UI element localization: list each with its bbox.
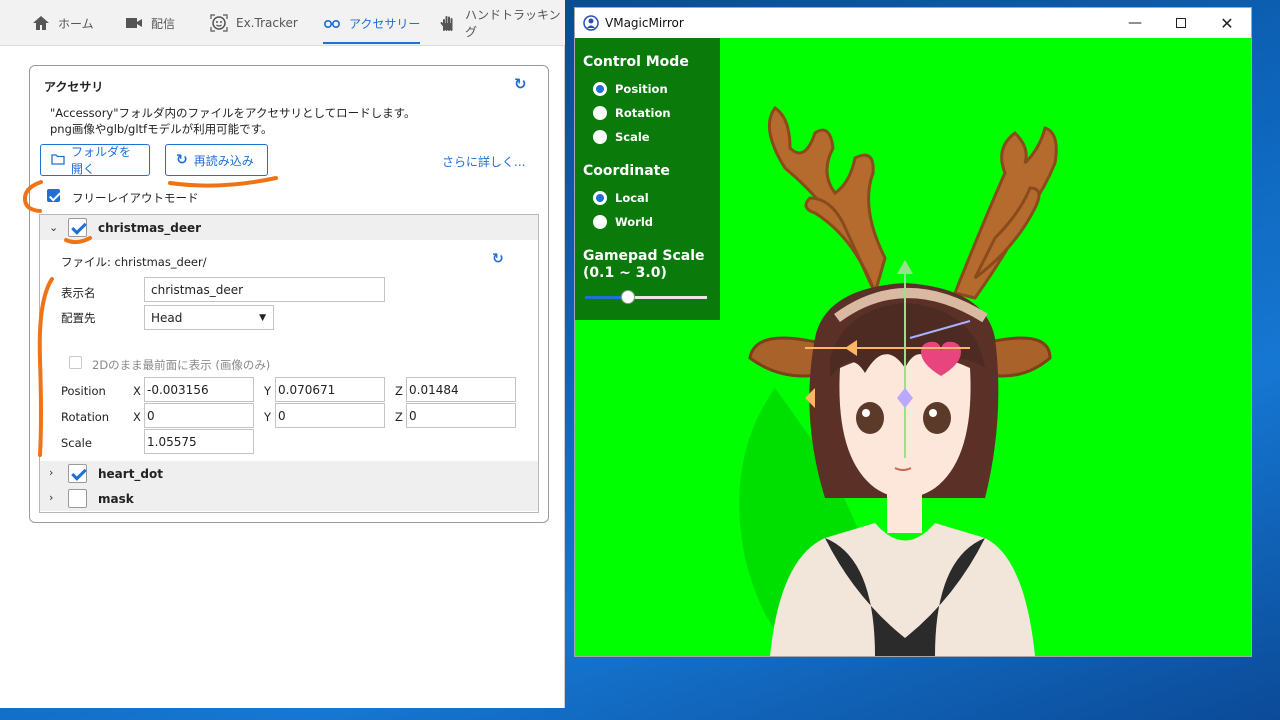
gamepad-scale-slider-thumb[interactable] [620, 290, 635, 304]
maximize-icon [1176, 18, 1186, 28]
coord-world-radio[interactable] [593, 215, 607, 229]
title-bar: VMagicMirror — ✕ [575, 8, 1251, 38]
avatar-viewport[interactable]: Control Mode Position Rotation Scale Coo… [575, 38, 1251, 656]
coord-world-label: World [615, 215, 654, 229]
coord-local-label: Local [615, 191, 649, 205]
mode-rotation-radio[interactable] [593, 106, 607, 120]
control-mode-title: Control Mode [583, 54, 689, 70]
mode-position-radio[interactable] [593, 82, 607, 96]
mode-scale-radio[interactable] [593, 130, 607, 144]
maximize-button[interactable] [1158, 8, 1204, 38]
coordinate-title: Coordinate [583, 163, 670, 179]
mode-scale-label: Scale [615, 130, 650, 144]
mode-rotation-label: Rotation [615, 106, 671, 120]
window-title: VMagicMirror [605, 16, 684, 30]
minimize-button[interactable]: — [1112, 8, 1158, 38]
gamepad-scale-slider-track[interactable] [585, 290, 707, 304]
mode-position-label: Position [615, 82, 668, 96]
gamepad-scale-title: Gamepad Scale [583, 248, 705, 264]
close-button[interactable]: ✕ [1204, 8, 1250, 38]
gamepad-scale-range: (0.1 ~ 3.0) [583, 265, 667, 281]
orange-annotations [22, 176, 278, 457]
vmagicmirror-window: VMagicMirror — ✕ Control Mode Position R… [574, 7, 1252, 657]
settings-window: ホーム 配信 Ex.Tracker アクセサリー ハンドトラッキング アクセサリ… [0, 0, 565, 708]
app-icon [583, 15, 599, 34]
gizmo-control-panel: Control Mode Position Rotation Scale Coo… [575, 38, 720, 320]
coord-local-radio[interactable] [593, 191, 607, 205]
